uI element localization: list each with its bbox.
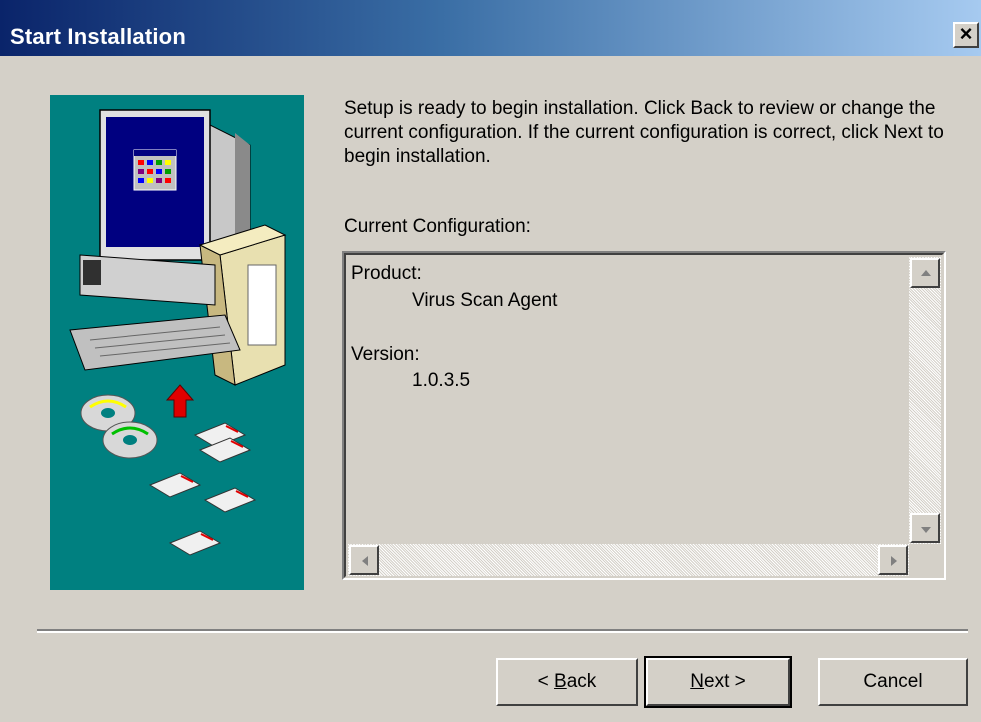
- arrow-up-icon: [921, 270, 931, 276]
- next-button-rest: ext >: [704, 671, 746, 692]
- title-bar[interactable]: Start Installation ×: [0, 0, 981, 56]
- horizontal-scrollbar[interactable]: [348, 544, 909, 576]
- back-button[interactable]: < Back: [496, 658, 638, 706]
- back-button-prefix: <: [537, 671, 555, 692]
- scroll-left-button[interactable]: [349, 545, 379, 575]
- scroll-up-button[interactable]: [910, 258, 940, 288]
- button-separator: [37, 629, 968, 633]
- arrow-right-icon: [891, 556, 897, 566]
- version-label: Version:: [351, 344, 420, 365]
- scroll-right-button[interactable]: [878, 545, 908, 575]
- version-value: 1.0.3.5: [412, 370, 471, 391]
- close-button[interactable]: ×: [953, 22, 979, 48]
- current-configuration-label: Current Configuration:: [344, 216, 531, 237]
- scroll-corner: [909, 544, 941, 576]
- scroll-down-button[interactable]: [910, 513, 940, 543]
- setup-illustration: [50, 95, 304, 590]
- next-button[interactable]: Next >: [644, 656, 792, 708]
- arrow-down-icon: [921, 527, 931, 533]
- vertical-scrollbar[interactable]: [909, 257, 941, 544]
- back-button-hotkey: B: [554, 671, 567, 692]
- arrow-left-icon: [362, 556, 368, 566]
- product-value: Virus Scan Agent: [412, 290, 558, 311]
- product-label: Product:: [351, 263, 422, 284]
- install-computer-icon: [69, 109, 287, 556]
- configuration-listbox[interactable]: Product: Virus Scan Agent Version: 1.0.3…: [342, 251, 946, 580]
- intro-text: Setup is ready to begin installation. Cl…: [344, 98, 944, 167]
- next-button-hotkey: N: [690, 671, 704, 692]
- back-button-rest: ack: [566, 671, 597, 692]
- cancel-button[interactable]: Cancel: [818, 658, 968, 706]
- window-title: Start Installation: [10, 24, 186, 49]
